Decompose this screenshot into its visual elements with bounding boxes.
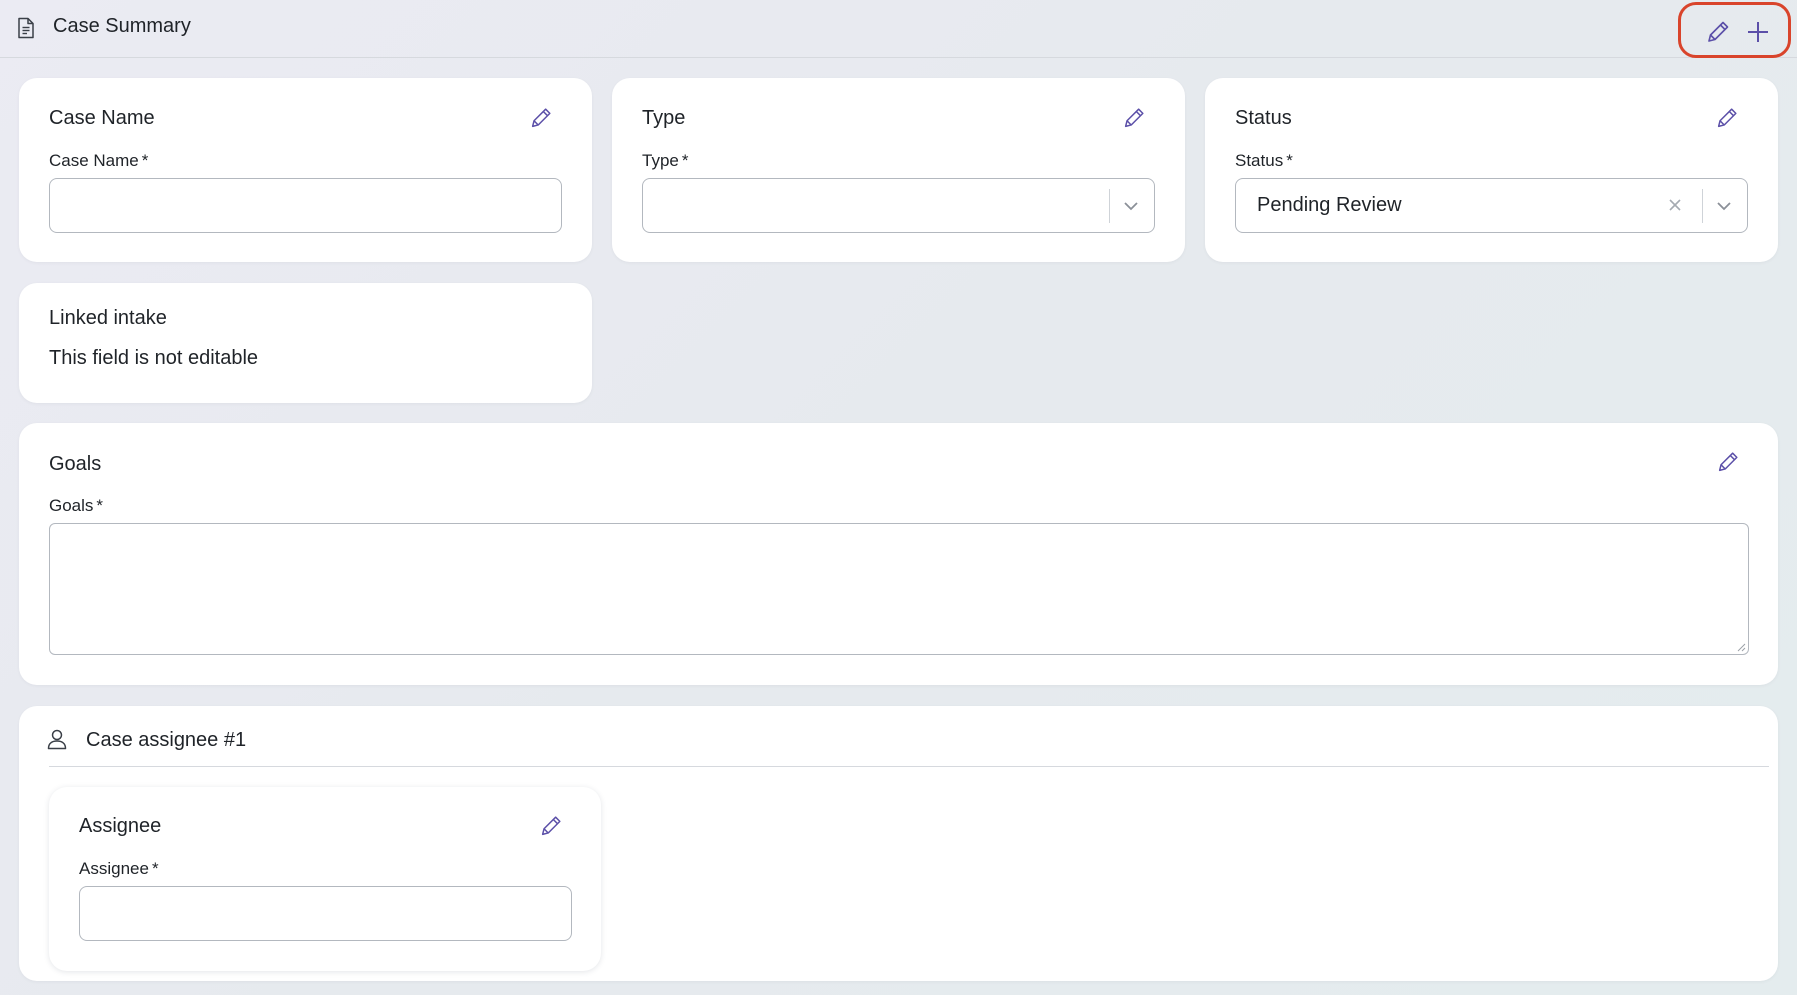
status-card: Status Status * Pending Review [1205,78,1778,262]
page-title: Case Summary [53,15,191,37]
case-assignee-section: Case assignee #1 Assignee Assignee * [19,706,1778,981]
linked-intake-card: Linked intake This field is not editable [19,283,592,403]
field-label: Type * [642,151,689,170]
pencil-icon[interactable] [1715,449,1741,475]
field-label: Status * [1235,151,1293,170]
type-select[interactable] [642,178,1155,233]
close-icon[interactable] [1665,195,1685,215]
pencil-icon[interactable] [1714,105,1740,131]
card-title: Case Name [49,107,155,129]
pencil-icon[interactable] [1121,105,1147,131]
plus-icon[interactable] [1744,18,1772,46]
card-title: Assignee [79,815,162,837]
section-title: Case assignee #1 [86,729,247,751]
user-icon [47,729,67,750]
divider [49,766,1769,767]
card-title: Goals [49,453,102,475]
status-selected-value: Pending Review [1257,194,1402,216]
goals-textarea[interactable] [49,523,1749,655]
not-editable-text: This field is not editable [49,347,259,369]
pencil-icon[interactable] [528,105,554,131]
card-title: Linked intake [49,307,167,329]
page-header: Case Summary [0,0,1797,58]
type-card: Type Type * [612,78,1185,262]
goals-card: Goals Goals * [19,423,1778,685]
assignee-input[interactable] [79,886,572,941]
select-separator [1109,189,1110,223]
card-title: Status [1235,107,1292,129]
header-actions [1678,2,1791,58]
card-title: Type [642,107,686,129]
document-icon [18,17,34,39]
chevron-down-icon[interactable] [1714,196,1734,216]
field-label: Goals * [49,496,104,515]
status-select[interactable]: Pending Review [1235,178,1748,233]
pencil-icon[interactable] [538,813,564,839]
chevron-down-icon[interactable] [1121,196,1141,216]
resize-handle-icon[interactable] [1736,642,1746,652]
assignee-card: Assignee Assignee * [49,787,601,971]
case-name-card: Case Name Case Name * [19,78,592,262]
case-name-input[interactable] [49,178,562,233]
field-label: Assignee * [79,859,159,878]
pencil-icon[interactable] [1704,18,1732,46]
field-label: Case Name * [49,151,149,170]
select-separator [1702,189,1703,223]
